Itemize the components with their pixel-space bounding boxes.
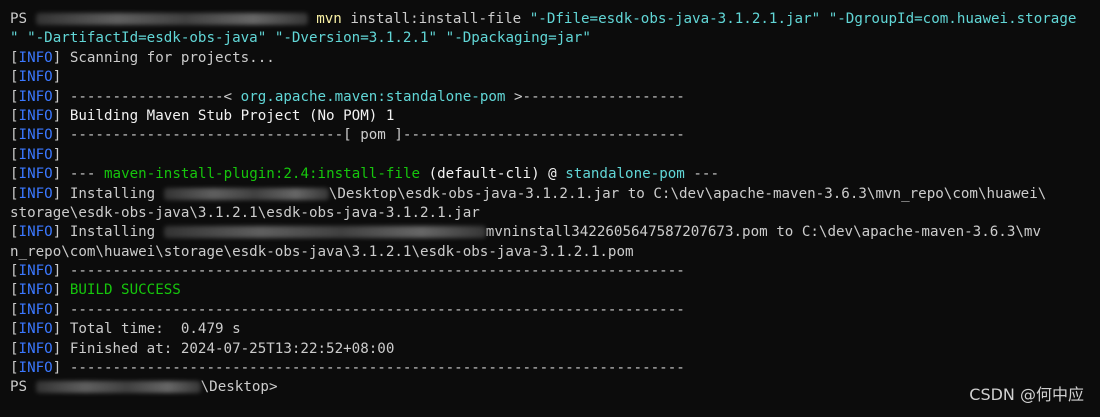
- info-tag: INFO: [18, 107, 53, 124]
- log-line: [INFO] Scanning for projects...: [10, 49, 275, 66]
- log-line: [INFO] --------------------------------[…: [10, 127, 685, 144]
- build-status: BUILD SUCCESS: [69, 282, 181, 299]
- csdn-watermark: CSDN @何中应: [969, 385, 1084, 404]
- log-text: mvninstall3422605647587207673.pom to C:\…: [485, 224, 1041, 241]
- info-tag: INFO: [18, 146, 53, 163]
- arg-artifactid: "-DartifactId=esdk-obs-java": [27, 30, 267, 47]
- redacted-path: [35, 381, 201, 394]
- log-text: Finished at: 2024-07-25T13:22:52+08:00: [69, 340, 395, 357]
- log-line: [INFO] Building Maven Stub Project (No P…: [10, 107, 395, 124]
- plugin-project: standalone-pom: [565, 166, 685, 183]
- redacted-path: [163, 226, 486, 239]
- plugin-goal: maven-install-plugin:2.4:install-file: [103, 166, 421, 183]
- info-tag: INFO: [18, 340, 53, 357]
- prompt-suffix: \Desktop>: [200, 379, 278, 396]
- arg-packaging: "-Dpackaging=jar": [445, 30, 591, 47]
- log-line: [INFO]: [10, 146, 62, 163]
- prompt-prefix: PS: [10, 11, 28, 27]
- log-line: [INFO] Installing \Desktop\esdk-obs-java…: [10, 185, 1047, 202]
- log-text: ----------------------------------------…: [69, 360, 685, 377]
- log-text: Building Maven Stub Project (No POM) 1: [69, 107, 395, 124]
- info-tag: INFO: [18, 360, 53, 377]
- log-line: [INFO] ------------------< org.apache.ma…: [10, 88, 685, 105]
- log-line: [INFO] BUILD SUCCESS: [10, 282, 181, 299]
- log-text: Installing: [69, 224, 156, 241]
- redacted-path: [163, 187, 329, 200]
- log-text: (default-cli) @: [420, 166, 566, 183]
- arg-groupid: "-DgroupId=com.huawei.storage: [828, 11, 1077, 27]
- info-tag: INFO: [18, 49, 53, 66]
- log-text: Scanning for projects...: [69, 49, 275, 66]
- info-tag: INFO: [18, 127, 53, 144]
- info-tag: INFO: [18, 88, 53, 105]
- info-tag: INFO: [18, 263, 53, 280]
- log-line-wrap: storage\esdk-obs-java\3.1.2.1\esdk-obs-j…: [10, 204, 1096, 223]
- log-line: [INFO] --- maven-install-plugin:2.4:inst…: [10, 166, 720, 183]
- command-name: mvn: [316, 11, 342, 27]
- log-text: >-------------------: [505, 88, 685, 105]
- arg-groupid-end: ": [10, 30, 19, 47]
- info-tag: INFO: [18, 224, 53, 241]
- arg-version: "-Dversion=3.1.2.1": [274, 30, 438, 47]
- log-line: [INFO]: [10, 69, 62, 86]
- info-tag: INFO: [18, 301, 53, 318]
- log-text: \Desktop\esdk-obs-java-3.1.2.1.jar to C:…: [328, 185, 1047, 202]
- log-text: ---: [69, 166, 104, 183]
- final-prompt[interactable]: PS \Desktop>: [10, 378, 1096, 397]
- info-tag: INFO: [18, 321, 53, 338]
- arg-file: "-Dfile=esdk-obs-java-3.1.2.1.jar": [529, 11, 821, 27]
- log-text: storage\esdk-obs-java\3.1.2.1\esdk-obs-j…: [10, 204, 480, 221]
- info-tag: INFO: [18, 166, 53, 183]
- log-text: --------------------------------[ pom ]-…: [69, 127, 685, 144]
- log-line: [INFO] Total time: 0.479 s: [10, 321, 241, 338]
- log-text: Total time: 0.479 s: [69, 321, 241, 338]
- log-text: ---: [684, 166, 720, 183]
- log-text: ----------------------------------------…: [69, 263, 685, 280]
- log-line: [INFO] ---------------------------------…: [10, 360, 685, 377]
- log-text: Installing: [69, 185, 156, 202]
- log-text: ------------------<: [69, 88, 241, 105]
- command-line: PS mvn install:install-file "-Dfile=esdk…: [10, 10, 1096, 29]
- prompt-prefix: PS: [10, 379, 28, 396]
- redacted-path: [35, 13, 308, 25]
- log-text: n_repo\com\huawei\storage\esdk-obs-java\…: [10, 243, 634, 260]
- log-line: [INFO] ---------------------------------…: [10, 301, 685, 318]
- log-line-wrap: n_repo\com\huawei\storage\esdk-obs-java\…: [10, 243, 1096, 262]
- log-line: [INFO] Finished at: 2024-07-25T13:22:52+…: [10, 340, 395, 357]
- info-tag: INFO: [18, 185, 53, 202]
- info-tag: INFO: [18, 69, 53, 86]
- artifact-name: org.apache.maven:standalone-pom: [240, 88, 506, 105]
- log-line: [INFO] ---------------------------------…: [10, 263, 685, 280]
- log-line: [INFO] Installing mvninstall342260564758…: [10, 224, 1041, 241]
- command-line-wrap: " "-DartifactId=esdk-obs-java" "-Dversio…: [10, 29, 1096, 48]
- terminal-output[interactable]: PS mvn install:install-file "-Dfile=esdk…: [10, 10, 1096, 398]
- log-text: ----------------------------------------…: [69, 301, 685, 318]
- command-goal: install:install-file: [341, 11, 530, 27]
- info-tag: INFO: [18, 282, 53, 299]
